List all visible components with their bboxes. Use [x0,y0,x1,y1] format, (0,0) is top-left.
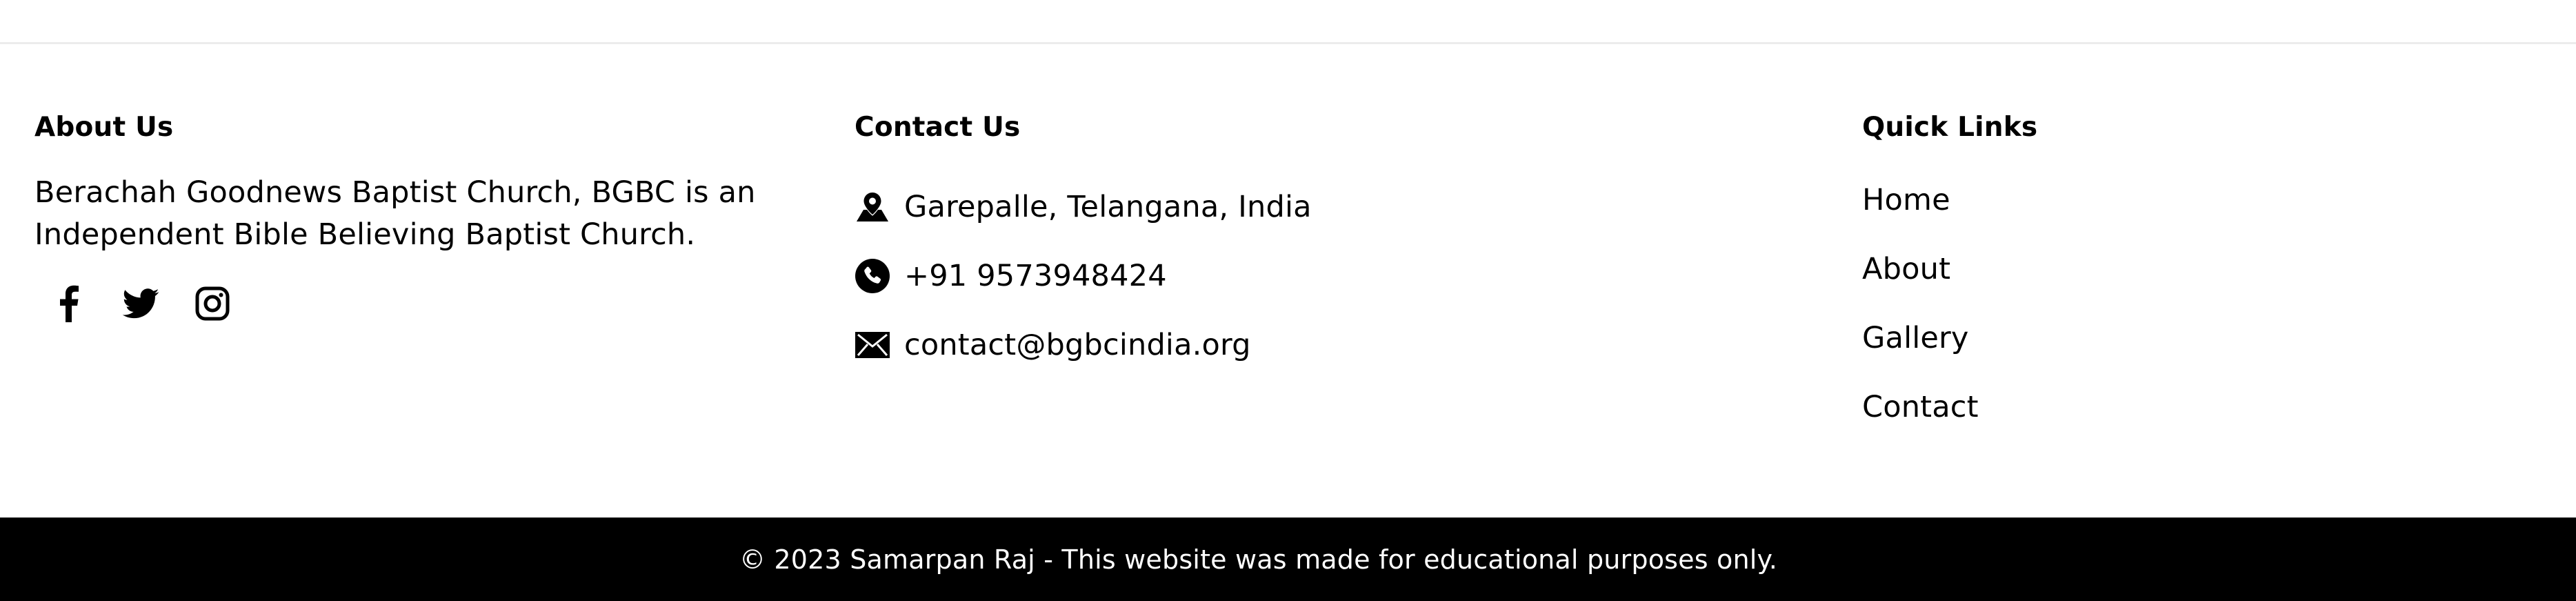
contact-item-phone: +91 9573948424 [855,242,1682,311]
contact-heading: Contact Us [855,112,1021,143]
quick-links-section: Quick Links Home About Gallery Contact [1862,104,2414,442]
envelope-icon [855,327,890,363]
contact-list: Garepalle, Telangana, India +91 95739484… [855,173,1682,380]
quick-links-nav: Home About Gallery Contact [1862,166,2414,442]
twitter-icon[interactable] [121,284,160,323]
phone-icon [855,258,890,294]
location-pin-icon [855,189,890,225]
about-heading: About Us [34,112,174,143]
copyright-text: © 2023 Samarpan Raj - This website was m… [739,544,1778,575]
copyright-bar: © 2023 Samarpan Raj - This website was m… [0,518,2576,601]
footer-page: About Us Berachah Goodnews Baptist Churc… [0,0,2576,601]
about-text-line1: Berachah Goodnews Baptist Church, BGBC i… [34,175,756,210]
quick-link-contact[interactable]: Contact [1862,373,2414,442]
contact-section: Contact Us Garepalle, Telangana, India +… [855,104,1682,380]
contact-email-text[interactable]: contact@bgbcindia.org [904,328,1251,362]
contact-location-text: Garepalle, Telangana, India [904,190,1312,224]
contact-item-email: contact@bgbcindia.org [855,311,1682,380]
instagram-icon[interactable] [193,284,232,323]
quick-link-home[interactable]: Home [1862,166,2414,235]
about-section: About Us Berachah Goodnews Baptist Churc… [34,104,779,324]
contact-item-location: Garepalle, Telangana, India [855,173,1682,242]
about-description: Berachah Goodnews Baptist Church, BGBC i… [34,172,779,256]
quick-link-about[interactable]: About [1862,235,2414,304]
facebook-icon[interactable] [50,284,88,323]
quick-link-gallery[interactable]: Gallery [1862,304,2414,373]
top-divider [0,42,2576,44]
quick-links-heading: Quick Links [1862,112,2038,143]
contact-phone-text: +91 9573948424 [904,259,1167,293]
about-text-line2: Independent Bible Believing Baptist Chur… [34,217,696,252]
social-links [34,283,779,324]
